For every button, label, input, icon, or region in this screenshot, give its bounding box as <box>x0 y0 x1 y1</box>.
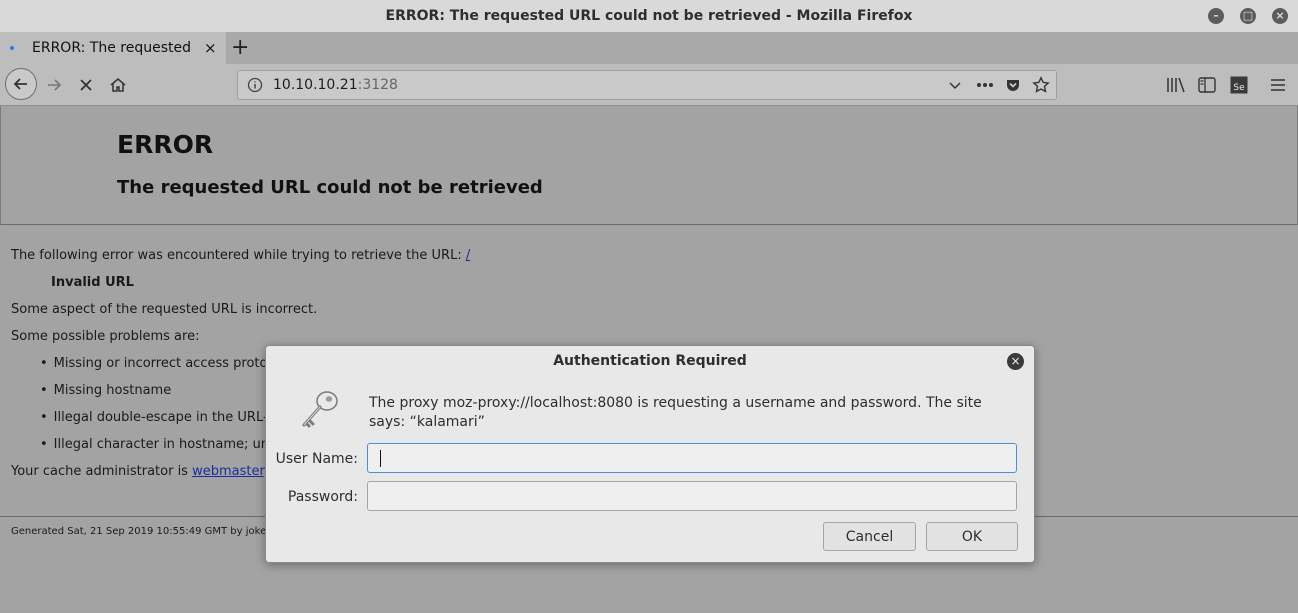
url-port: :3128 <box>357 77 398 93</box>
star-icon[interactable] <box>1032 76 1050 94</box>
more-icon[interactable] <box>976 82 994 88</box>
loading-dot-icon <box>10 46 14 50</box>
stop-icon <box>80 79 92 91</box>
dialog-message: The proxy moz-proxy://localhost:8080 is … <box>369 395 982 430</box>
username-input[interactable] <box>367 443 1017 473</box>
webmaster-link[interactable]: webmaster <box>192 464 264 479</box>
password-input[interactable] <box>367 481 1017 511</box>
auth-dialog: Authentication Required × The proxy moz-… <box>265 345 1035 563</box>
admin-text: Your cache administrator is <box>11 464 193 479</box>
back-icon <box>13 78 27 90</box>
tab-active[interactable]: ERROR: The requested URL could not be re… <box>0 32 226 64</box>
error-name: Invalid URL <box>51 275 134 290</box>
admin-line: Your cache administrator is webmaster. <box>11 464 268 479</box>
svg-text:Se: Se <box>1233 83 1245 93</box>
dialog-close-button[interactable]: × <box>1007 353 1024 370</box>
tab-strip: ERROR: The requested URL could not be re… <box>0 32 1298 64</box>
sidebar-icon[interactable] <box>1198 77 1216 93</box>
problem-item: Missing hostname <box>40 383 172 398</box>
navigation-toolbar: 10.10.10.21:3128 Se <box>0 64 1298 106</box>
tab-close-button[interactable]: × <box>204 39 217 57</box>
close-window-button[interactable]: × <box>1272 8 1288 24</box>
url-host: 10.10.10.21 <box>273 77 358 93</box>
chevron-down-icon[interactable] <box>948 78 962 92</box>
stop-button[interactable] <box>76 75 96 95</box>
problem-item: Illegal double-escape in the URL-Path <box>40 410 297 425</box>
minimize-button[interactable]: – <box>1208 8 1224 24</box>
url-bar[interactable]: 10.10.10.21:3128 <box>237 70 1057 100</box>
info-icon[interactable] <box>247 77 263 93</box>
dialog-title: Authentication Required <box>553 353 747 369</box>
maximize-button[interactable]: □ <box>1240 8 1256 24</box>
key-icon <box>302 391 338 428</box>
cancel-button[interactable]: Cancel <box>823 522 916 551</box>
text-caret <box>380 450 381 467</box>
intro-text: The following error was encountered whil… <box>11 248 466 263</box>
intro-url-link[interactable]: / <box>466 248 470 263</box>
ok-button[interactable]: OK <box>926 522 1018 551</box>
error-intro: The following error was encountered whil… <box>11 248 470 263</box>
problem-item: Missing or incorrect access protocol <box>40 356 287 371</box>
error-title: ERROR <box>117 130 214 159</box>
menu-icon[interactable] <box>1270 78 1286 92</box>
password-label: Password: <box>287 489 358 505</box>
pocket-icon[interactable] <box>1005 77 1021 93</box>
forward-button[interactable] <box>44 75 64 95</box>
error-aspect: Some aspect of the requested URL is inco… <box>11 302 318 317</box>
error-subtitle: The requested URL could not be retrieved <box>117 177 543 198</box>
selenium-icon[interactable]: Se <box>1230 76 1248 94</box>
home-button[interactable] <box>108 75 128 95</box>
library-icon[interactable] <box>1166 76 1186 94</box>
window-titlebar: ERROR: The requested URL could not be re… <box>0 0 1298 33</box>
home-icon <box>110 78 126 92</box>
error-header: ERROR The requested URL could not be ret… <box>0 106 1298 225</box>
new-tab-button[interactable]: + <box>231 35 249 60</box>
window-title: ERROR: The requested URL could not be re… <box>385 8 913 24</box>
problem-item: Illegal character in hostname; unde <box>40 437 286 452</box>
tab-title: ERROR: The requested URL could not be re… <box>32 40 196 56</box>
page-footer: Generated Sat, 21 Sep 2019 10:55:49 GMT … <box>11 526 283 537</box>
forward-icon <box>48 79 62 91</box>
username-label: User Name: <box>275 451 358 467</box>
problems-heading: Some possible problems are: <box>11 329 200 344</box>
back-button[interactable] <box>5 68 37 100</box>
